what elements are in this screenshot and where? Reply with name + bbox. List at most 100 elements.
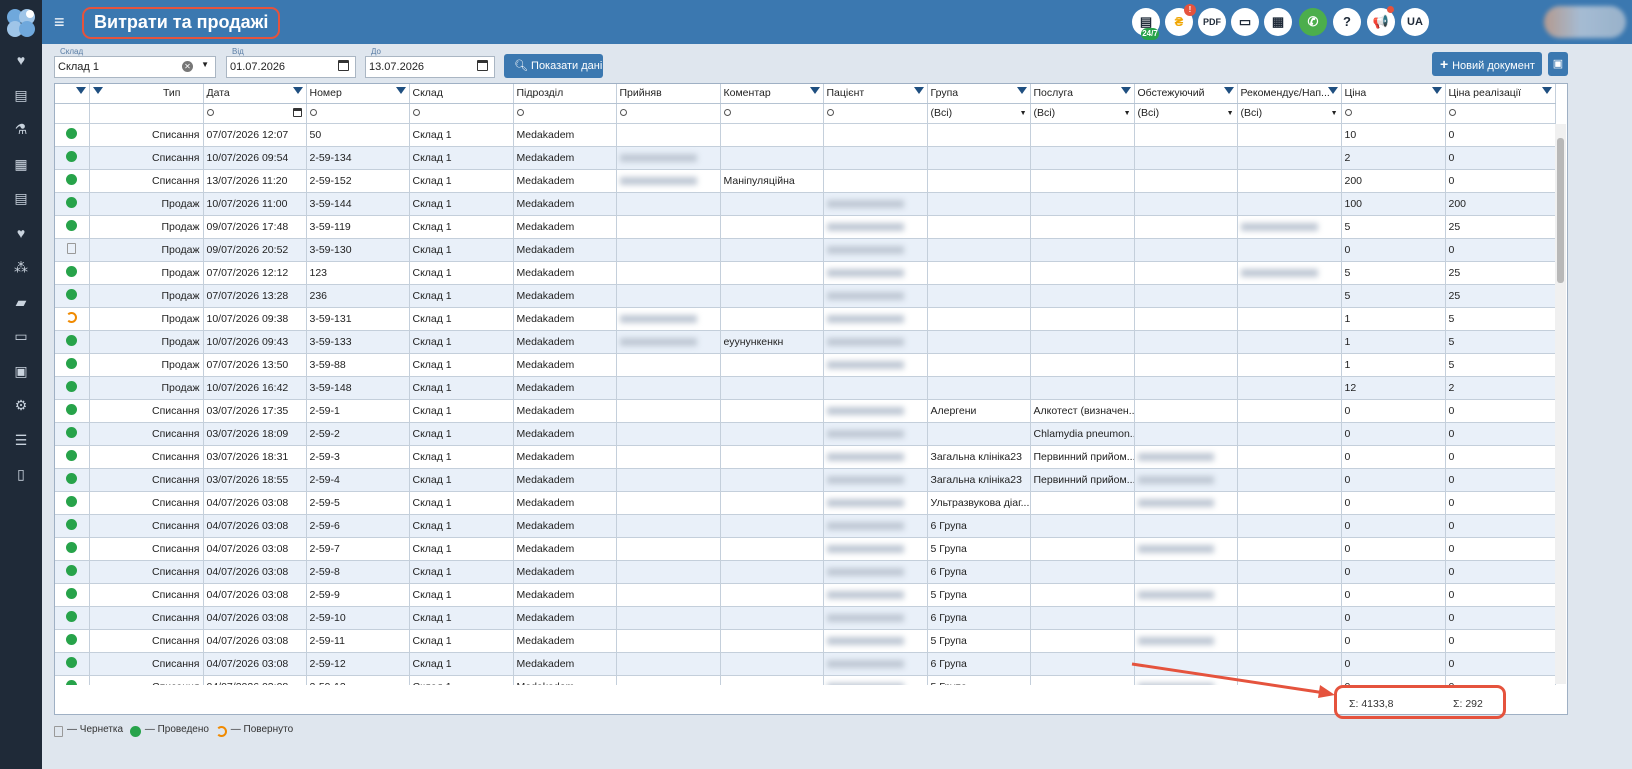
filter-icon[interactable] bbox=[809, 87, 820, 94]
chevron-down-icon[interactable]: ▼ bbox=[201, 60, 209, 69]
column-header[interactable]: Номер bbox=[306, 84, 410, 105]
column-header[interactable]: Обстежуючий bbox=[1134, 84, 1238, 105]
filter-icon[interactable] bbox=[1223, 87, 1234, 94]
list-icon[interactable]: ☰ bbox=[11, 430, 31, 450]
table-row[interactable]: Продаж 09/07/2026 20:52 3-59-130 Склад 1 Med… bbox=[55, 238, 1556, 263]
filter-icon[interactable] bbox=[395, 87, 406, 94]
filter-icon[interactable] bbox=[75, 87, 86, 94]
chevron-down-icon[interactable]: ▼ bbox=[1020, 104, 1027, 123]
date-to-field[interactable]: До bbox=[365, 47, 495, 78]
filter-icon[interactable] bbox=[292, 87, 303, 94]
column-header[interactable]: Рекомендує/Нап... bbox=[1237, 84, 1342, 105]
table-row[interactable]: Списання 04/07/2026 03:08 2-59-7 Склад 1 Med… bbox=[55, 537, 1556, 562]
filter-cell[interactable]: (Всі) ▼ bbox=[1237, 103, 1342, 125]
menu-icon[interactable]: ≡ bbox=[54, 12, 70, 32]
calendar-icon[interactable] bbox=[338, 60, 349, 71]
filter-cell[interactable] bbox=[513, 103, 617, 125]
filter-icon[interactable] bbox=[1541, 87, 1552, 94]
language-button[interactable]: UA bbox=[1401, 8, 1429, 36]
column-header[interactable]: Дата bbox=[203, 84, 307, 105]
heart-icon[interactable]: ♥ bbox=[11, 50, 31, 70]
phone-icon[interactable]: ✆ bbox=[1299, 8, 1327, 36]
show-data-button[interactable]: 🔍︎ Показати дані bbox=[504, 54, 603, 78]
filter-cell[interactable] bbox=[89, 103, 204, 125]
folder-icon[interactable]: ▭ bbox=[11, 326, 31, 346]
money-icon[interactable]: ▣ bbox=[11, 361, 31, 381]
filter-cell[interactable]: (Всі) ▼ bbox=[927, 103, 1031, 125]
column-header[interactable]: Група bbox=[927, 84, 1031, 105]
table-row[interactable]: Продаж 10/07/2026 09:38 3-59-131 Склад 1 Med… bbox=[55, 307, 1556, 332]
table-row[interactable]: Продаж 10/07/2026 11:00 3-59-144 Склад 1 Med… bbox=[55, 192, 1556, 217]
column-header[interactable]: Коментар bbox=[720, 84, 824, 105]
filter-icon[interactable] bbox=[1016, 87, 1027, 94]
table-row[interactable]: Списання 04/07/2026 03:08 2-59-6 Склад 1 Med… bbox=[55, 514, 1556, 539]
column-header[interactable]: Ціна bbox=[1341, 84, 1446, 105]
book-icon[interactable]: ▰ bbox=[11, 292, 31, 312]
id-card-icon[interactable]: ▤ bbox=[11, 85, 31, 105]
filter-cell[interactable]: (Всі) ▼ bbox=[1030, 103, 1135, 125]
column-header[interactable]: Ціна реалізації bbox=[1445, 84, 1556, 105]
filter-cell[interactable] bbox=[823, 103, 928, 125]
date-to-input[interactable] bbox=[366, 57, 466, 77]
filter-icon[interactable] bbox=[1120, 87, 1131, 94]
table-row[interactable]: Продаж 10/07/2026 16:42 3-59-148 Склад 1 Med… bbox=[55, 376, 1556, 401]
calendar-icon[interactable] bbox=[292, 108, 302, 118]
filter-icon[interactable] bbox=[913, 87, 924, 94]
table-row[interactable]: Списання 03/07/2026 18:31 2-59-3 Склад 1 Med… bbox=[55, 445, 1556, 470]
filter-cell[interactable] bbox=[203, 103, 307, 125]
chevron-down-icon[interactable]: ▼ bbox=[1227, 104, 1234, 123]
filter-icon[interactable] bbox=[1327, 87, 1338, 94]
settings-icon[interactable]: ⚙ bbox=[11, 395, 31, 415]
pdf-icon[interactable]: PDF bbox=[1198, 8, 1226, 36]
column-header[interactable]: Тип bbox=[89, 84, 204, 105]
vertical-scrollbar[interactable] bbox=[1555, 124, 1566, 684]
chevron-down-icon[interactable]: ▼ bbox=[1124, 104, 1131, 123]
calculator-icon[interactable]: ▦ bbox=[1264, 8, 1292, 36]
table-row[interactable]: Продаж 07/07/2026 13:28 236 Склад 1 Medakade… bbox=[55, 284, 1556, 309]
help-icon[interactable]: ? bbox=[1333, 8, 1361, 36]
warehouse-select[interactable]: Склад ✕ ▼ bbox=[54, 47, 216, 78]
table-row[interactable]: Списання 07/07/2026 12:07 50 Склад 1 Medakad… bbox=[55, 123, 1556, 148]
user-profile[interactable] bbox=[1544, 6, 1626, 38]
filter-cell[interactable] bbox=[720, 103, 824, 125]
note-icon[interactable]: ▯ bbox=[11, 464, 31, 484]
table-row[interactable]: Продаж 10/07/2026 09:43 3-59-133 Склад 1 Med… bbox=[55, 330, 1556, 355]
filter-icon[interactable] bbox=[92, 87, 103, 94]
megaphone-icon[interactable]: 📢 bbox=[1367, 6, 1395, 36]
filter-cell[interactable] bbox=[1341, 103, 1446, 125]
filter-cell[interactable] bbox=[1445, 103, 1556, 125]
date-from-field[interactable]: Від bbox=[226, 47, 356, 78]
table-row[interactable]: Списання 04/07/2026 03:08 2-59-9 Склад 1 Med… bbox=[55, 583, 1556, 608]
clear-icon[interactable]: ✕ bbox=[182, 61, 193, 72]
filter-cell[interactable] bbox=[306, 103, 410, 125]
table-row[interactable]: Списання 13/07/2026 11:20 2-59-152 Склад 1M… bbox=[55, 169, 1556, 194]
table-row[interactable]: Списання 10/07/2026 09:54 2-59-134 Склад 1M… bbox=[55, 146, 1556, 171]
heartbeat-icon[interactable]: ♥ bbox=[11, 223, 31, 243]
calendar-icon[interactable] bbox=[477, 60, 488, 71]
new-document-button[interactable]: + Новий документ bbox=[1432, 52, 1542, 76]
save-icon[interactable]: ▣ bbox=[1548, 52, 1568, 76]
table-row[interactable]: Списання 04/07/2026 03:08 2-59-11 Склад 1 Me… bbox=[55, 629, 1556, 654]
hryvnia-icon[interactable]: ₴! bbox=[1165, 4, 1196, 36]
table-row[interactable]: Продаж 07/07/2026 13:50 3-59-88 Склад 1 Meda… bbox=[55, 353, 1556, 378]
chevron-down-icon[interactable]: ▼ bbox=[1331, 104, 1338, 123]
table-row[interactable]: Списання 04/07/2026 03:08 2-59-8 Склад 1 Med… bbox=[55, 560, 1556, 585]
filter-cell[interactable] bbox=[616, 103, 721, 125]
table-row[interactable]: Списання 03/07/2026 17:35 2-59-1 Склад 1 Med… bbox=[55, 399, 1556, 424]
filter-icon[interactable] bbox=[1431, 87, 1442, 94]
table-row[interactable]: Продаж 07/07/2026 12:12 123 Склад 1 Medakade… bbox=[55, 261, 1556, 286]
filter-cell[interactable] bbox=[409, 103, 514, 125]
molecule-icon[interactable]: ⁂ bbox=[11, 257, 31, 277]
column-header[interactable]: Послуга bbox=[1030, 84, 1135, 105]
document-icon[interactable]: ▤ bbox=[11, 188, 31, 208]
scroll-thumb[interactable] bbox=[1557, 138, 1564, 283]
card-icon[interactable]: ▭ bbox=[1231, 8, 1259, 36]
status-column-header[interactable] bbox=[55, 84, 90, 105]
flask-icon[interactable]: ⚗ bbox=[11, 119, 31, 139]
column-header[interactable]: Склад bbox=[409, 84, 514, 105]
column-header[interactable]: Прийняв bbox=[616, 84, 721, 105]
chat-icon[interactable]: ▤ 24/7 bbox=[1132, 8, 1160, 40]
table-row[interactable]: Списання 04/07/2026 03:08 2-59-10 Склад 1 Me… bbox=[55, 606, 1556, 631]
warehouse-input[interactable] bbox=[55, 57, 175, 77]
table-row[interactable]: Продаж 09/07/2026 17:48 3-59-119 Склад 1 Med… bbox=[55, 215, 1556, 240]
